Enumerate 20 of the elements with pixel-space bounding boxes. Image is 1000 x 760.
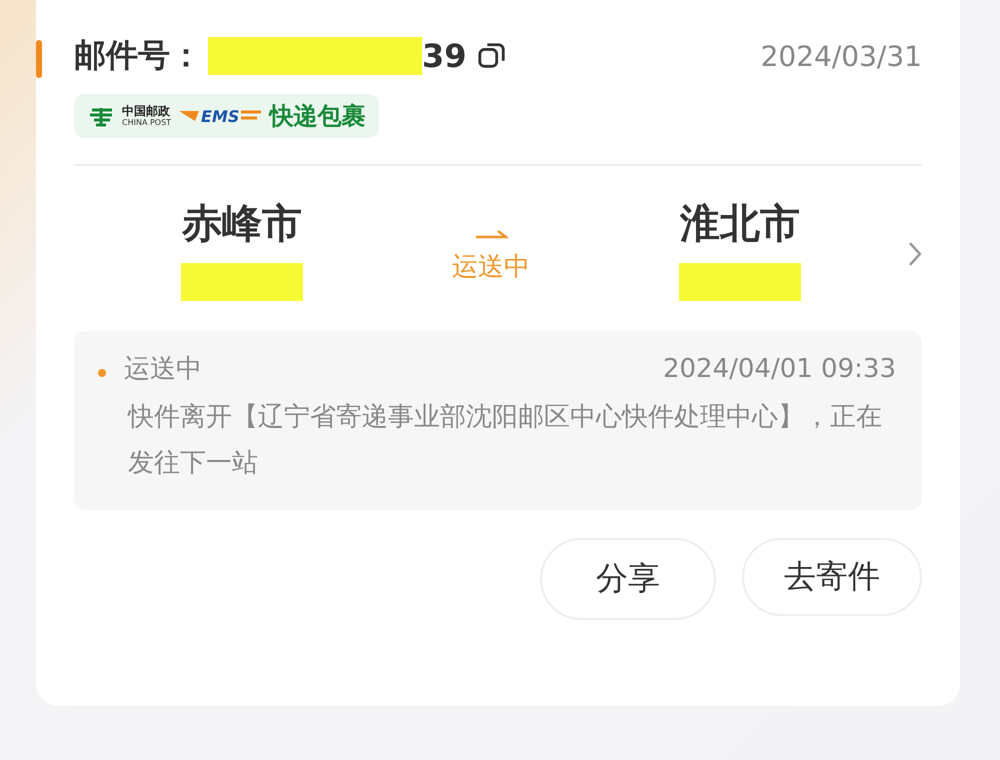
status-dot-icon [98,368,106,376]
route-row[interactable]: 赤峰市 运送中 淮北市 [74,166,922,321]
ems-logo: EMS [201,106,240,126]
route-status: 运送中 [452,251,530,284]
event-description: 快件离开【辽宁省寄递事业部沈阳邮区中心快件处理中心】，正在发往下一站 [128,401,883,480]
destination-city: 淮北市 [680,200,800,249]
postal-emblem-icon [88,105,114,127]
tracking-number: 39 [422,37,467,75]
event-time: 2024/04/01 09:33 [662,354,896,384]
accent-bar [36,40,42,78]
chevron-right-icon[interactable] [908,240,922,266]
share-button[interactable]: 分享 [540,538,716,620]
service-type: 快递包裹 [269,101,366,132]
origin-city: 赤峰市 [182,200,302,249]
ship-date: 2024/03/31 [760,40,922,72]
tracking-label: 邮件号： [74,35,202,76]
event-status: 运送中 [124,353,202,386]
brand-name-english: CHINA POST [122,119,172,127]
send-button[interactable]: 去寄件 [742,538,922,616]
brand-name: 中国邮政 [122,105,171,117]
